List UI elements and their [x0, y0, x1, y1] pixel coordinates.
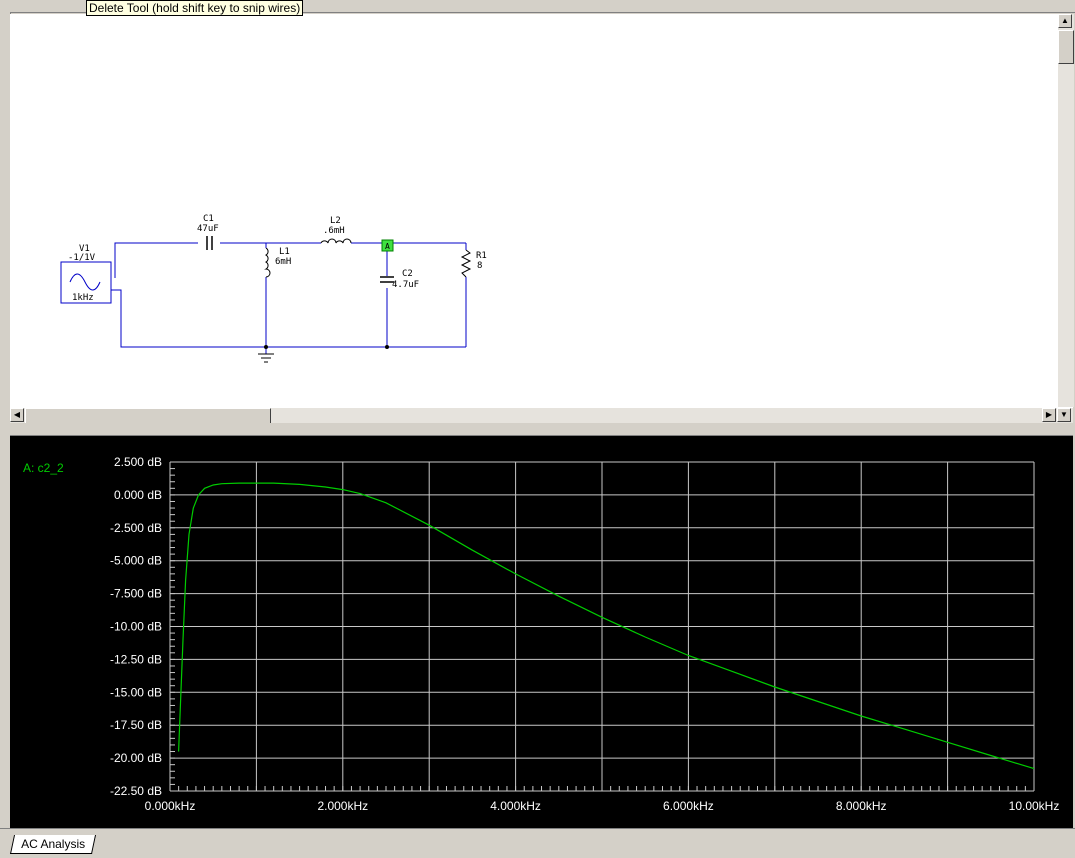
plot-svg: A: c2_2 2.500 dB 0.000 dB -2.500 dB -5.000 …	[23, 455, 1060, 813]
y-tick-label: 2.500 dB	[114, 455, 162, 469]
junction-dot	[264, 345, 268, 349]
ground-symbol	[258, 353, 274, 363]
y-tick-label: -12.50 dB	[110, 652, 162, 666]
resistor-r1[interactable]: R1 8	[460, 249, 487, 278]
series-line-c2_2	[178, 482, 1035, 770]
y-tick-label: -2.500 dB	[110, 521, 162, 535]
capacitor-c1[interactable]: C1 47uF	[197, 214, 219, 250]
x-tick-label: 10.00kHz	[1009, 799, 1060, 813]
y-tick-label: -5.000 dB	[110, 554, 162, 568]
vertical-scrollbar[interactable]: ▲	[1057, 14, 1074, 407]
junction-dot	[385, 345, 389, 349]
scroll-down-button[interactable]: ▼	[1057, 408, 1071, 422]
c2-value: 4.7uF	[392, 280, 419, 290]
c1-value: 47uF	[197, 224, 219, 234]
r1-name: R1	[476, 251, 487, 261]
ac-source-v1[interactable]: 1kHz V1 -1/1V	[60, 244, 112, 304]
inductor-l2[interactable]: L2 .6mH	[320, 216, 352, 245]
c1-name: C1	[203, 214, 214, 224]
capacitor-c2[interactable]: C2 4.7uF	[380, 269, 419, 290]
pane-splitter[interactable]	[10, 423, 1073, 436]
scroll-up-button[interactable]: ▲	[1058, 14, 1072, 28]
v1-frequency: 1kHz	[72, 293, 94, 303]
y-tick-label: -15.00 dB	[110, 685, 162, 699]
y-tick-label: -20.00 dB	[110, 751, 162, 765]
tab-ac-analysis[interactable]: AC Analysis	[9, 835, 97, 854]
l1-name: L1	[279, 247, 290, 257]
l2-value: .6mH	[323, 226, 345, 236]
v1-value: -1/1V	[68, 253, 96, 263]
l2-name: L2	[330, 216, 341, 226]
r1-value: 8	[477, 261, 482, 271]
x-tick-label: 0.000kHz	[145, 799, 196, 813]
y-tick-label: 0.000 dB	[114, 488, 162, 502]
y-tick-label: -22.50 dB	[110, 784, 162, 798]
y-tick-label: -7.500 dB	[110, 587, 162, 601]
c2-name: C2	[402, 269, 413, 279]
analysis-tab-bar: AC Analysis	[0, 828, 1075, 858]
x-tick-label: 2.000kHz	[317, 799, 368, 813]
x-tick-label: 4.000kHz	[490, 799, 541, 813]
y-tick-label: -17.50 dB	[110, 718, 162, 732]
inductor-l1[interactable]: L1 6mH	[264, 247, 291, 278]
probe-label: A	[385, 242, 390, 251]
delete-tool-tooltip: Delete Tool (hold shift key to snip wire…	[86, 0, 304, 16]
y-tick-label: -10.00 dB	[110, 620, 162, 634]
horizontal-scrollbar[interactable]: ◀ ▶ ▼	[10, 407, 1073, 424]
x-tick-label: 8.000kHz	[836, 799, 887, 813]
trace-label: A: c2_2	[23, 461, 64, 475]
x-tick-label: 6.000kHz	[663, 799, 714, 813]
scroll-right-button[interactable]: ▶	[1042, 408, 1056, 422]
ac-analysis-plot: A: c2_2 2.500 dB 0.000 dB -2.500 dB -5.000 …	[10, 436, 1073, 828]
scroll-thumb[interactable]	[1058, 30, 1074, 64]
probe-node-a[interactable]: A	[381, 239, 394, 252]
scroll-thumb[interactable]	[25, 408, 271, 424]
l1-value: 6mH	[275, 257, 291, 267]
scroll-left-button[interactable]: ◀	[10, 408, 24, 422]
schematic-canvas[interactable]: 1kHz V1 -1/1V C1 47uF L1 6mH L2 .6mH C2 …	[10, 14, 1057, 407]
